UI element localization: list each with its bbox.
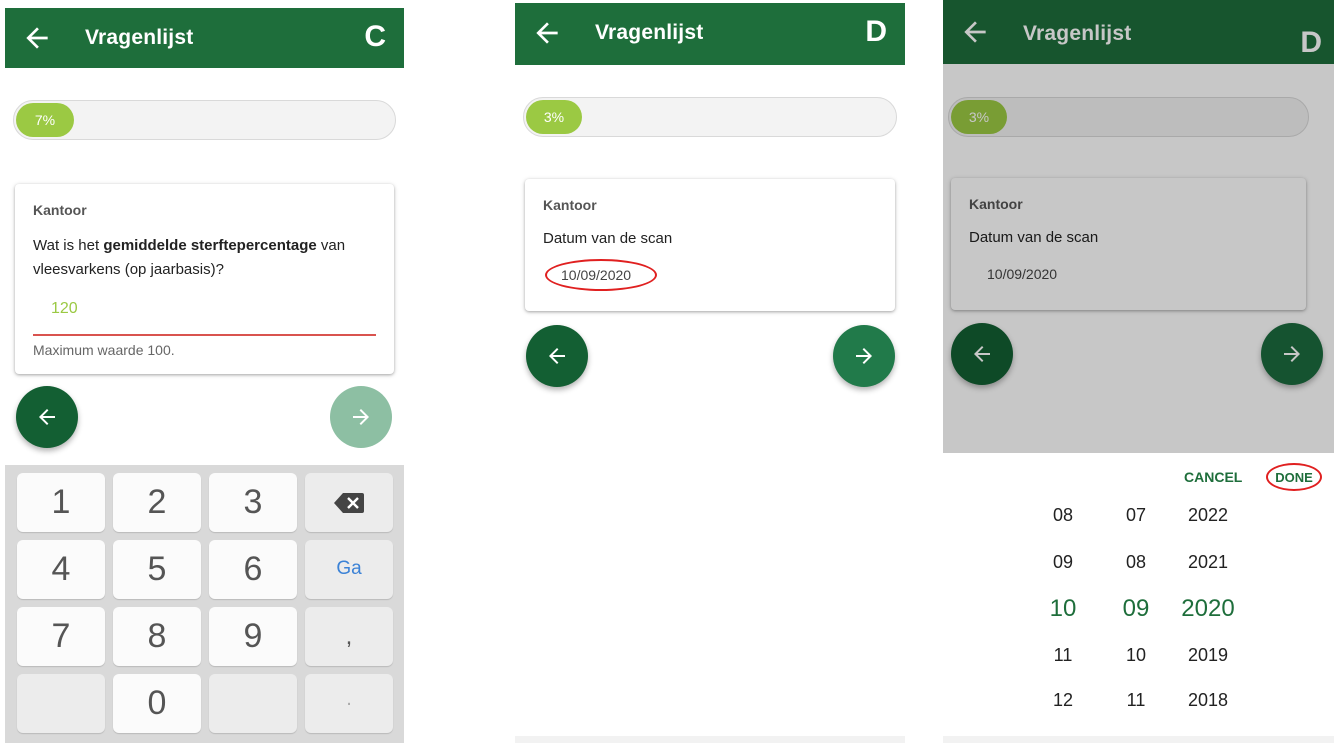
app-header: Vragenlijst D: [515, 3, 905, 65]
done-button[interactable]: DONE: [1266, 463, 1322, 491]
progress-fill: 3%: [526, 100, 582, 134]
day-selected: 10: [1049, 595, 1077, 622]
numeric-keyboard: 1 2 3 4 5 6 Ga 7 8 9 , 0 .: [5, 465, 404, 743]
empty-key: [17, 674, 105, 733]
cancel-button[interactable]: CANCEL: [1184, 469, 1242, 485]
back-arrow-icon[interactable]: [531, 17, 563, 49]
month-option: 11: [1126, 690, 1146, 710]
key-9[interactable]: 9: [209, 607, 297, 666]
comma-key[interactable]: ,: [305, 607, 393, 666]
progress-label: 3%: [543, 109, 565, 125]
key-0[interactable]: 0: [113, 674, 201, 733]
progress-fill: 7%: [16, 103, 74, 137]
input-value: 120: [51, 300, 78, 317]
previous-button[interactable]: [16, 386, 78, 448]
period-key[interactable]: .: [305, 674, 393, 733]
month-option: 07: [1125, 505, 1147, 525]
page-title: Vragenlijst: [85, 26, 194, 49]
day-option: 11: [1053, 645, 1073, 665]
phone-screen-d-picker: Vragenlijst D 3% Kantoor Datum van de sc…: [943, 0, 1334, 743]
arrow-right-icon: [353, 409, 369, 425]
next-button-disabled[interactable]: [330, 386, 392, 448]
day-option: 12: [1052, 690, 1074, 710]
day-option: 09: [1052, 552, 1074, 572]
key-8[interactable]: 8: [113, 607, 201, 666]
month-option: 08: [1125, 552, 1147, 572]
year-selected: 2020: [1181, 595, 1235, 622]
back-arrow-icon[interactable]: [21, 22, 53, 54]
backspace-icon: [334, 493, 364, 513]
key-1[interactable]: 1: [17, 473, 105, 532]
year-option: 2018: [1187, 690, 1229, 710]
bottom-bar: [515, 736, 905, 743]
progress-bar: 7%: [13, 100, 396, 140]
backspace-key[interactable]: [305, 473, 393, 532]
validation-error: Maximum waarde 100.: [33, 342, 175, 358]
key-6[interactable]: 6: [209, 540, 297, 599]
page-title: Vragenlijst: [595, 21, 704, 44]
key-4[interactable]: 4: [17, 540, 105, 599]
key-2[interactable]: 2: [113, 473, 201, 532]
section-label: Kantoor: [33, 202, 87, 218]
phone-screen-c: Vragenlijst C 7% Kantoor Wat is het gemi…: [5, 0, 404, 743]
date-value: 10/09/2020: [561, 267, 632, 283]
year-option: 2019: [1187, 645, 1229, 665]
key-5[interactable]: 5: [113, 540, 201, 599]
arrow-left-icon: [39, 409, 55, 425]
app-header: Vragenlijst C: [5, 8, 404, 68]
panel-letter: C: [364, 20, 386, 53]
month-option: 10: [1125, 645, 1147, 665]
section-label: Kantoor: [543, 197, 597, 213]
number-input[interactable]: 120: [33, 296, 376, 336]
phone-screen-d-date: Vragenlijst D 3% Kantoor Datum van de sc…: [515, 0, 905, 743]
arrow-right-icon: [856, 348, 872, 364]
year-wheel[interactable]: 2022 2021 2020 2019 2018: [1168, 501, 1248, 743]
question-card: Kantoor Wat is het gemiddelde sterfteper…: [15, 184, 394, 374]
month-wheel[interactable]: 07 08 09 10 11: [1096, 501, 1176, 743]
go-key[interactable]: Ga: [305, 540, 393, 599]
empty-key: [209, 674, 297, 733]
progress-bar: 3%: [523, 97, 897, 137]
next-button[interactable]: [833, 325, 895, 387]
question-card: Kantoor Datum van de scan 10/09/2020: [525, 179, 895, 311]
previous-button[interactable]: [526, 325, 588, 387]
key-3[interactable]: 3: [209, 473, 297, 532]
bottom-bar: [943, 736, 1334, 743]
progress-label: 7%: [34, 112, 56, 128]
modal-scrim[interactable]: [943, 0, 1334, 453]
arrow-left-icon: [549, 348, 565, 364]
panel-letter: D: [865, 15, 887, 48]
year-option: 2022: [1187, 505, 1229, 525]
date-picker: CANCEL DONE 08 09 10 11 12 07 08 09 10 1…: [943, 453, 1334, 743]
key-7[interactable]: 7: [17, 607, 105, 666]
day-option: 08: [1052, 505, 1074, 525]
day-wheel[interactable]: 08 09 10 11 12: [1023, 501, 1103, 743]
question-text: Wat is het gemiddelde sterftepercentage …: [33, 237, 346, 278]
year-option: 2021: [1187, 552, 1229, 572]
month-selected: 09: [1122, 595, 1150, 622]
question-text: Datum van de scan: [543, 230, 673, 247]
date-field[interactable]: 10/09/2020: [545, 259, 657, 291]
